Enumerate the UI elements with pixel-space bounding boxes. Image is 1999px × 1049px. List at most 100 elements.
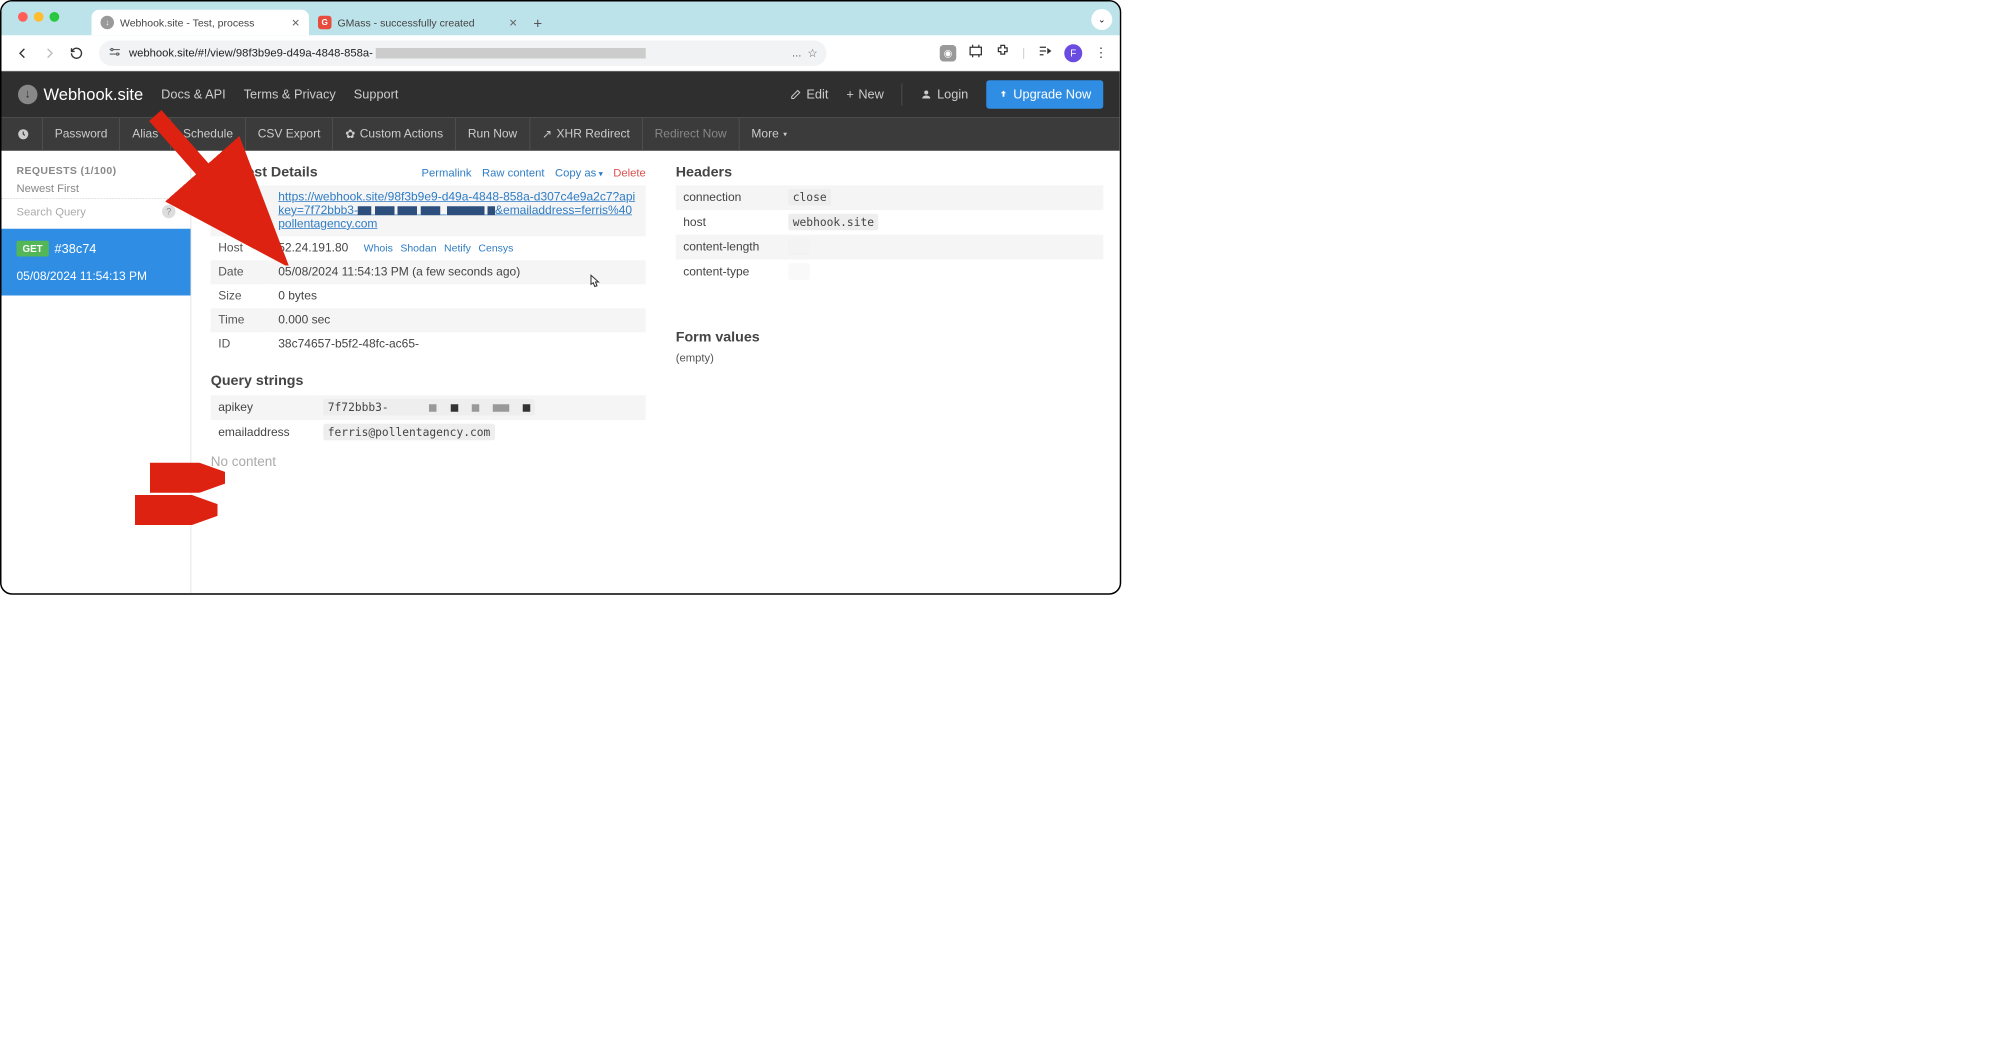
- nav-schedule[interactable]: Schedule: [171, 118, 246, 151]
- header-value: [788, 263, 810, 280]
- profile-avatar[interactable]: F: [1064, 44, 1082, 62]
- nav-terms[interactable]: Terms & Privacy: [244, 87, 336, 102]
- bookmark-icon[interactable]: ☆: [807, 46, 817, 60]
- query-strings-title: Query strings: [211, 373, 646, 390]
- query-strings-table: apikey 7f72bbb3- emailaddress ferris@pol…: [211, 395, 646, 445]
- close-icon[interactable]: ✕: [291, 16, 300, 29]
- menu-icon[interactable]: ⋮: [1094, 45, 1108, 61]
- tab-title: Webhook.site - Test, process: [120, 17, 285, 29]
- sort-newest-first[interactable]: Newest First: [2, 176, 191, 199]
- censys-link[interactable]: Censys: [478, 242, 513, 254]
- header-row-connection: connection close: [676, 185, 1104, 210]
- plus-icon: +: [846, 87, 853, 102]
- nav-more[interactable]: More ▾: [739, 118, 799, 151]
- url-text: webhook.site/#!/view/98f3b9e9-d49a-4848-…: [129, 47, 785, 60]
- header-value: [788, 239, 810, 256]
- tab-overflow-button[interactable]: ⌄: [1091, 9, 1112, 30]
- site-settings-icon[interactable]: [108, 45, 122, 62]
- header-row-content-type: content-type: [676, 260, 1104, 285]
- nav-xhr-redirect[interactable]: ↗ XHR Redirect: [530, 118, 643, 151]
- query-row-emailaddress: emailaddress ferris@pollentagency.com: [211, 420, 646, 445]
- nav-support[interactable]: Support: [354, 87, 399, 102]
- emailaddress-value: ferris@pollentagency.com: [323, 424, 495, 441]
- form-values-title: Form values: [676, 329, 1104, 346]
- separator: [902, 83, 903, 106]
- apikey-value: 7f72bbb3-: [323, 399, 534, 416]
- detail-size-row: Size 0 bytes: [211, 284, 646, 308]
- ellipsis: ...: [792, 47, 801, 60]
- no-content-text: No content: [211, 454, 646, 470]
- window-close[interactable]: [18, 12, 28, 22]
- brand[interactable]: ↓ Webhook.site: [18, 85, 143, 105]
- detail-id-row: ID 38c74657-b5f2-48fc-ac65-: [211, 332, 646, 356]
- requests-header: REQUESTS (1/100): [2, 164, 191, 176]
- brand-icon: ↓: [18, 85, 38, 105]
- whois-link[interactable]: Whois: [364, 242, 393, 254]
- header-value: close: [788, 189, 831, 206]
- detail-host-row: Host 52.24.191.80 Whois Shodan Netify Ce…: [211, 236, 646, 260]
- method-badge: GET: [17, 241, 49, 257]
- raw-content-link[interactable]: Raw content: [482, 166, 545, 179]
- brand-text: Webhook.site: [44, 85, 144, 105]
- search-input[interactable]: Search Query: [17, 205, 86, 218]
- sub-nav: Password Alias Schedule CSV Export ✿ Cus…: [2, 118, 1120, 151]
- browser-toolbar: webhook.site/#!/view/98f3b9e9-d49a-4848-…: [2, 35, 1120, 71]
- header-value: webhook.site: [788, 214, 878, 231]
- headers-title: Headers: [676, 164, 1104, 181]
- header-row-host: host webhook.site: [676, 210, 1104, 235]
- nav-redirect-now[interactable]: Redirect Now: [643, 118, 740, 151]
- sidebar: REQUESTS (1/100) Newest First Search Que…: [2, 151, 192, 594]
- request-short-id: #38c74: [55, 241, 97, 256]
- reload-button[interactable]: [68, 44, 86, 62]
- query-row-apikey: apikey 7f72bbb3-: [211, 395, 646, 420]
- request-details-table: GET https://webhook.site/98f3b9e9-d49a-4…: [211, 185, 646, 356]
- nav-custom-actions[interactable]: ✿ Custom Actions: [333, 118, 456, 151]
- delete-link[interactable]: Delete: [613, 166, 646, 179]
- redirect-icon: ↗: [542, 127, 552, 142]
- header-row-content-length: content-length: [676, 235, 1104, 260]
- nav-password[interactable]: Password: [43, 118, 120, 151]
- form-values-empty: (empty): [676, 352, 1104, 365]
- content: Request Details Permalink Raw content Co…: [191, 151, 1120, 594]
- request-url[interactable]: https://webhook.site/98f3b9e9-d49a-4848-…: [278, 191, 635, 231]
- extension-icon-1[interactable]: ◉: [940, 45, 957, 62]
- edit-button[interactable]: Edit: [790, 87, 828, 102]
- extension-icon-2[interactable]: [968, 44, 983, 63]
- browser-tabbar: ↓ Webhook.site - Test, process ✕ G GMass…: [2, 2, 1120, 36]
- nav-docs[interactable]: Docs & API: [161, 87, 225, 102]
- cursor-icon: [587, 274, 602, 294]
- netify-link[interactable]: Netify: [444, 242, 471, 254]
- new-button[interactable]: + New: [846, 87, 883, 102]
- tab-webhook[interactable]: ↓ Webhook.site - Test, process ✕: [92, 10, 310, 36]
- favicon-gmass: G: [318, 16, 332, 30]
- nav-run-now[interactable]: Run Now: [456, 118, 530, 151]
- nav-csv-export[interactable]: CSV Export: [246, 118, 333, 151]
- extensions-icon[interactable]: [995, 44, 1010, 63]
- request-item[interactable]: GET #38c74 05/08/2024 11:54:13 PM: [2, 229, 191, 296]
- tab-gmass[interactable]: G GMass - successfully created ✕: [309, 10, 527, 36]
- new-tab-button[interactable]: +: [527, 13, 550, 36]
- detail-time-row: Time 0.000 sec: [211, 308, 646, 332]
- back-button[interactable]: [14, 44, 32, 62]
- separator: |: [1022, 46, 1025, 60]
- window-minimize[interactable]: [34, 12, 44, 22]
- upgrade-button[interactable]: Upgrade Now: [986, 80, 1103, 109]
- login-button[interactable]: Login: [921, 87, 969, 102]
- headers-table: connection close host webhook.site conte…: [676, 185, 1104, 284]
- copy-as-dropdown[interactable]: Copy as: [555, 166, 603, 179]
- request-date: 05/08/2024 11:54:13 PM: [17, 270, 176, 284]
- window-controls: [18, 12, 59, 22]
- media-icon[interactable]: [1037, 44, 1052, 63]
- request-details-title: Request Details: [211, 164, 318, 181]
- forward-button[interactable]: [41, 44, 59, 62]
- time-value: 0.000 sec: [271, 308, 646, 332]
- help-icon[interactable]: ?: [162, 205, 176, 219]
- address-bar[interactable]: webhook.site/#!/view/98f3b9e9-d49a-4848-…: [99, 40, 827, 66]
- host-value: 52.24.191.80: [278, 242, 348, 255]
- shodan-link[interactable]: Shodan: [400, 242, 436, 254]
- permalink-link[interactable]: Permalink: [421, 166, 471, 179]
- close-icon[interactable]: ✕: [509, 16, 518, 29]
- nav-alias[interactable]: Alias: [120, 118, 171, 151]
- window-maximize[interactable]: [50, 12, 60, 22]
- clock-icon[interactable]: [17, 118, 43, 151]
